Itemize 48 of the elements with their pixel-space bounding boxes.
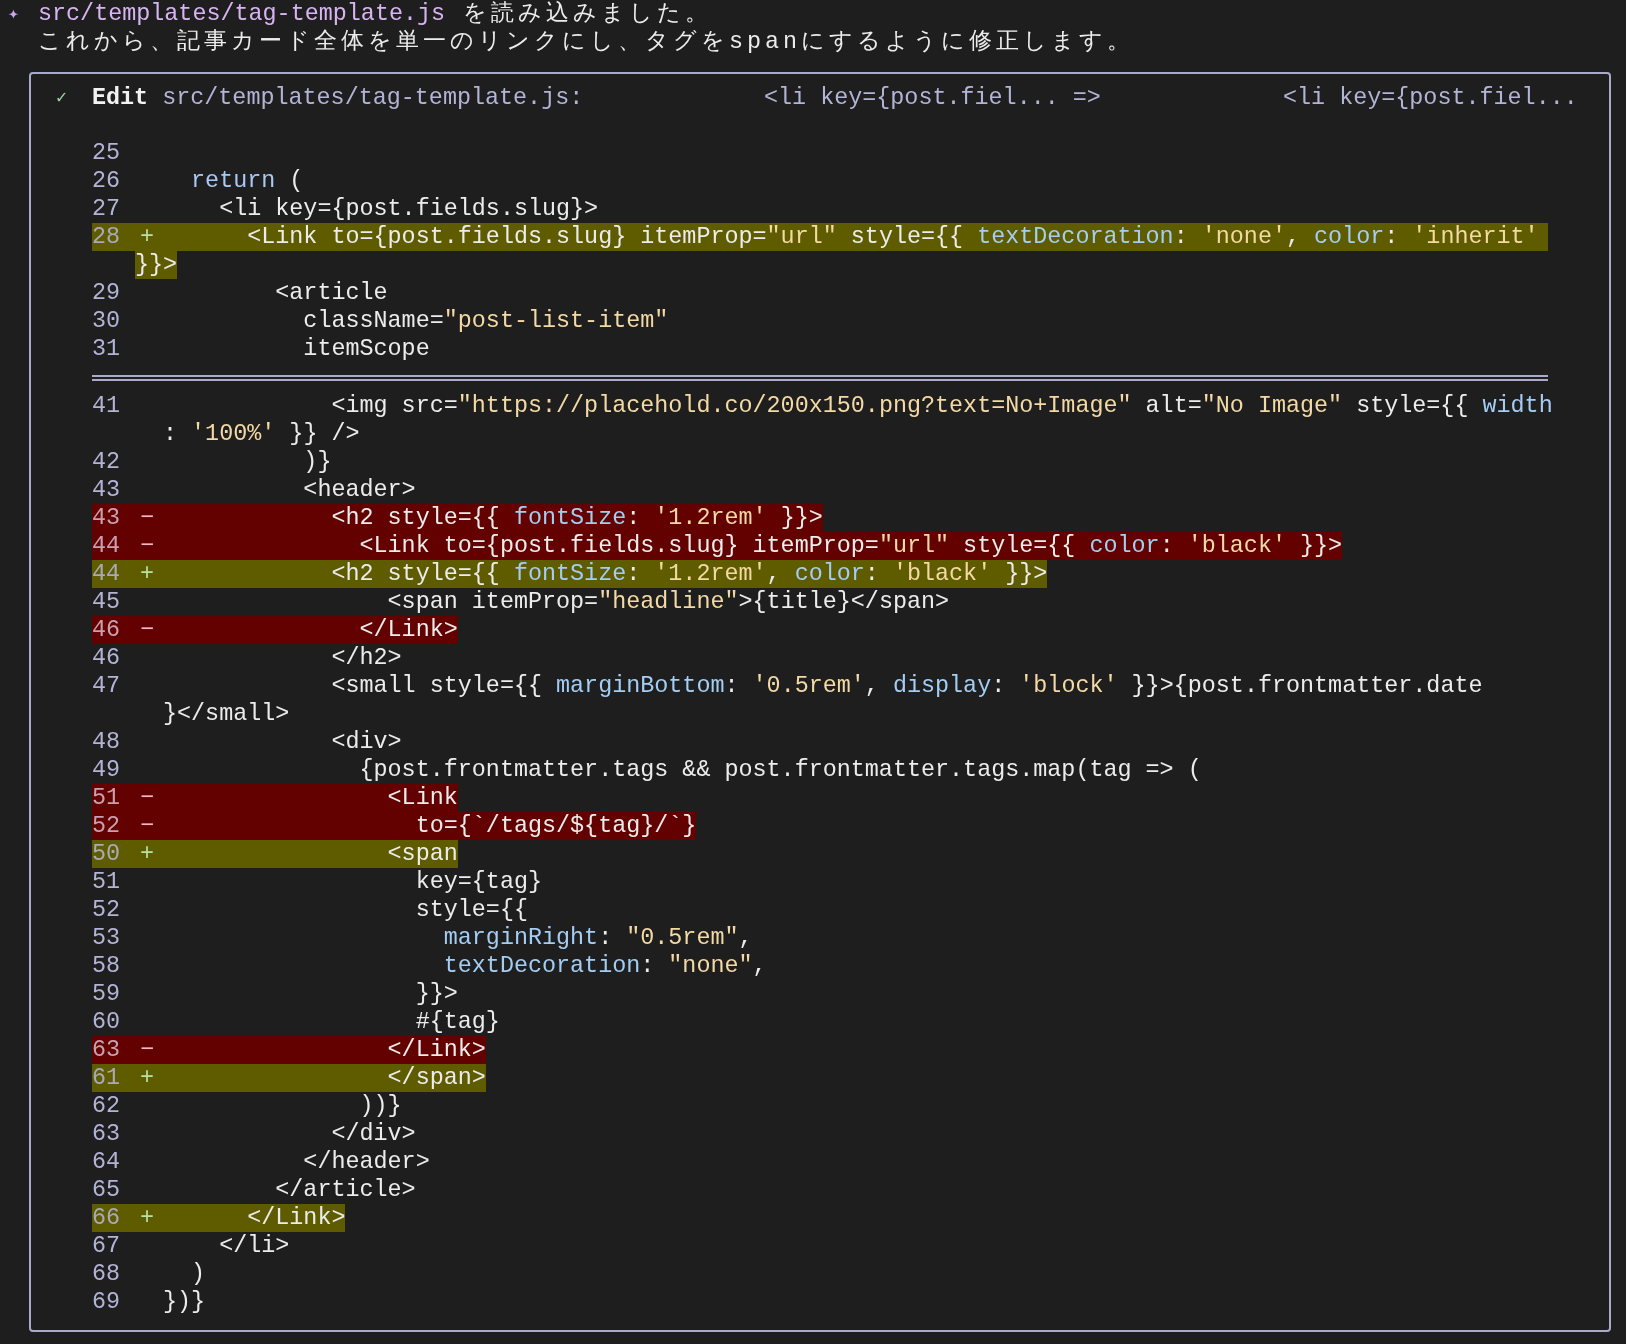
edit-label: Edit bbox=[92, 84, 149, 112]
diff-marker: + bbox=[140, 561, 155, 587]
code-line: 60 #{tag} bbox=[92, 1008, 500, 1036]
diff-marker: + bbox=[140, 841, 155, 867]
code-line: 63 </div> bbox=[92, 1120, 416, 1148]
sparkle-icon: ✦ bbox=[8, 0, 30, 28]
code-line: 53 marginRight: "0.5rem", bbox=[92, 924, 753, 952]
code-line: 69 })} bbox=[92, 1288, 206, 1316]
diff-marker: − bbox=[140, 533, 155, 559]
check-icon: ✓ bbox=[56, 84, 67, 112]
diff-marker: − bbox=[140, 617, 155, 643]
diff-marker: + bbox=[140, 1065, 155, 1091]
diff-marker: − bbox=[140, 1037, 155, 1063]
code-line: 27 <li key={post.fields.slug}> bbox=[92, 195, 599, 223]
code-line: 46 </h2> bbox=[92, 644, 402, 672]
diff-marker: + bbox=[140, 224, 155, 250]
code-line: 48 <div> bbox=[92, 728, 402, 756]
diff-marker: − bbox=[140, 813, 155, 839]
code-line: 68 ) bbox=[92, 1260, 206, 1288]
code-line: 62 ))} bbox=[92, 1092, 402, 1120]
code-line: 49 {post.frontmatter.tags && post.frontmatter.tags.map(tag => ( bbox=[92, 756, 1202, 784]
code-line: 41 <img src="https://placehold.co/200x150.png?text=No+Image" alt="No Image" style={{ width bbox=[92, 392, 1553, 420]
message-text: これから、記事カード全体を単一のリンクにし、タグをspanにするように修正します。 bbox=[38, 27, 1135, 56]
message-text: src/templates/tag-template.js を読み込みました。 bbox=[38, 0, 713, 28]
code-line: 30 className="post-list-item" bbox=[92, 307, 669, 335]
file-path: src/templates/tag-template.js: bbox=[162, 84, 584, 112]
diff-marker: − bbox=[140, 785, 155, 811]
code-line: 26 return ( bbox=[92, 167, 304, 195]
code-line: 29 <article bbox=[92, 279, 388, 307]
code-line: 31 itemScope bbox=[92, 335, 430, 363]
code-line: 43 <header> bbox=[92, 476, 416, 504]
code-line: 45 <span itemProp="headline">{title}</span> bbox=[92, 588, 950, 616]
code-line: 58 textDecoration: "none", bbox=[92, 952, 767, 980]
old-preview: <li key={post.fiel... => bbox=[764, 84, 1102, 112]
code-line: 25 bbox=[92, 139, 122, 167]
code-line: 52 style={{ bbox=[92, 896, 528, 924]
diff-marker: + bbox=[140, 1205, 155, 1231]
code-line: 59 }}> bbox=[92, 980, 458, 1008]
code-line: : '100%' }} /> bbox=[163, 420, 360, 448]
new-preview: <li key={post.fiel... bbox=[1283, 84, 1578, 112]
code-line: 47 <small style={{ marginBottom: '0.5rem', display: 'block' }}>{post.frontmatter.date bbox=[92, 672, 1483, 700]
code-line: 42 )} bbox=[92, 448, 332, 476]
code-line: 51 key={tag} bbox=[92, 868, 542, 896]
code-line: }</small> bbox=[163, 700, 290, 728]
diff-marker: − bbox=[140, 505, 155, 531]
code-line: 67 </li> bbox=[92, 1232, 290, 1260]
code-line: 65 </article> bbox=[92, 1176, 416, 1204]
code-line: 64 </header> bbox=[92, 1148, 430, 1176]
